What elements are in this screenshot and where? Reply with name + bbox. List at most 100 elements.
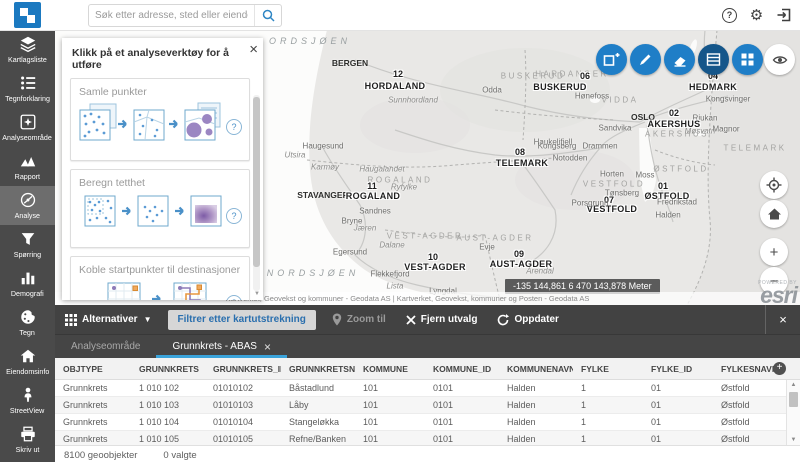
- table-scrollbar[interactable]: ▲ ▼: [786, 380, 800, 445]
- help-button[interactable]: ?: [721, 7, 738, 24]
- sidebar-item-tegnforklaring[interactable]: Tegnforklaring: [0, 69, 55, 108]
- visibility-button[interactable]: [764, 44, 795, 75]
- refresh-label: Oppdater: [514, 314, 558, 325]
- tool-help-icon[interactable]: ?: [226, 208, 242, 224]
- scrollbar-thumb[interactable]: [789, 392, 798, 407]
- options-menu-button[interactable]: Alternativer ▼: [55, 305, 162, 334]
- header-cell[interactable]: GRUNNKRETS: [131, 364, 205, 374]
- sidebar-label: Tegn: [20, 328, 35, 337]
- header-cell[interactable]: OBJTYPE: [55, 364, 131, 374]
- table-cell: Grunnkrets: [55, 434, 131, 444]
- header-cell[interactable]: GRUNNKRETS_ID: [205, 364, 281, 374]
- add-layer-button[interactable]: [596, 44, 627, 75]
- table-cell: 01010102: [205, 383, 281, 393]
- close-table-button[interactable]: ×: [765, 305, 800, 334]
- chevron-down-icon: ▼: [144, 315, 152, 324]
- table-row[interactable]: Grunnkrets1 010 10301010103Låby1010101Ha…: [55, 397, 800, 414]
- help-icon: ?: [722, 8, 737, 23]
- sidebar-item-eiendomsinfo[interactable]: Eiendomsinfo: [0, 342, 55, 381]
- panel-scrollbar[interactable]: [253, 95, 260, 291]
- table-cell: Båstadlund: [281, 383, 355, 393]
- tool-card-koble-startpunkter[interactable]: Koble startpunkter til destinasjoner ?: [70, 256, 250, 300]
- header-cell[interactable]: KOMMUNE: [355, 364, 425, 374]
- sidebar-item-streetview[interactable]: StreetView: [0, 381, 55, 420]
- top-bar: ? ⚙: [0, 0, 800, 31]
- table-row[interactable]: Grunnkrets1 010 10401010104Stangeløkka10…: [55, 414, 800, 431]
- table-row[interactable]: Grunnkrets1 010 10201010102Båstadlund101…: [55, 380, 800, 397]
- sidebar-label: Skriv ut: [16, 445, 40, 454]
- tab-grunnkrets-abas[interactable]: Grunnkrets - ABAS ×: [156, 335, 287, 358]
- header-cell[interactable]: KOMMUNE_ID: [425, 364, 499, 374]
- draw-button[interactable]: [630, 44, 661, 75]
- tool-card-beregn-tetthet[interactable]: Beregn tetthet ?: [70, 169, 250, 248]
- clear-selection-button[interactable]: Fjern utvalg: [396, 305, 488, 334]
- table-cell: 1 010 104: [131, 417, 205, 427]
- pencil-icon: [638, 52, 653, 67]
- apps-grid-button[interactable]: [732, 44, 763, 75]
- layers-icon: [19, 35, 37, 53]
- tab-close-icon[interactable]: ×: [264, 340, 271, 354]
- table-cell: Halden: [499, 434, 573, 444]
- add-column-button[interactable]: +: [773, 362, 786, 375]
- sign-out-button[interactable]: [775, 7, 792, 24]
- sidebar-item-kartlagsliste[interactable]: Kartlagsliste: [0, 30, 55, 69]
- settings-button[interactable]: ⚙: [748, 7, 765, 24]
- sidebar-item-analyse[interactable]: Analyse: [0, 186, 55, 225]
- header-cell[interactable]: KOMMUNENAVN: [499, 364, 573, 374]
- printer-icon: [19, 425, 37, 443]
- table-row[interactable]: Grunnkrets1 010 10501010105Refne/Banken1…: [55, 431, 800, 445]
- panel-scrollbar-thumb[interactable]: [253, 97, 260, 267]
- options-label: Alternativer: [82, 314, 138, 325]
- zoom-to-button[interactable]: Zoom til: [322, 305, 396, 334]
- header-cell[interactable]: FYLKE_ID: [643, 364, 713, 374]
- refresh-button[interactable]: Oppdater: [487, 305, 568, 334]
- scroll-down-icon[interactable]: ▼: [787, 435, 800, 445]
- header-cell[interactable]: GRUNNKRETSNAVN: [281, 364, 355, 374]
- sidebar-label: Tegnforklaring: [5, 94, 50, 103]
- table-cell: 01: [643, 400, 713, 410]
- add-layer-icon: [603, 51, 620, 68]
- sidebar-item-rapport[interactable]: Rapport: [0, 147, 55, 186]
- sidebar-label: Spørring: [14, 250, 41, 259]
- home-extent-button[interactable]: [760, 200, 788, 228]
- search-icon: [262, 9, 275, 22]
- table-cell: 0101: [425, 400, 499, 410]
- table-cell: Grunnkrets: [55, 417, 131, 427]
- table-header-row: OBJTYPEGRUNNKRETSGRUNNKRETS_IDGRUNNKRETS…: [55, 358, 800, 380]
- filter-by-extent-button[interactable]: Filtrer etter kartutstrekning: [168, 310, 316, 330]
- scroll-up-icon[interactable]: ▲: [787, 380, 800, 390]
- header-cell[interactable]: FYLKE: [573, 364, 643, 374]
- table-cell: Halden: [499, 400, 573, 410]
- sidebar-item-analyseomrade[interactable]: Analyseområde: [0, 108, 55, 147]
- locate-button[interactable]: [760, 171, 788, 199]
- sidebar-item-demografi[interactable]: Demografi: [0, 264, 55, 303]
- table-cell: Låby: [281, 400, 355, 410]
- sidebar-label: Kartlagsliste: [8, 55, 47, 64]
- sidebar-item-tegn[interactable]: Tegn: [0, 303, 55, 342]
- search-button[interactable]: [254, 5, 281, 26]
- eye-icon: [772, 53, 788, 67]
- search-input[interactable]: [89, 10, 254, 21]
- sidebar-item-sporring[interactable]: Spørring: [0, 225, 55, 264]
- plus-icon: +: [770, 244, 779, 261]
- sidebar: Kartlagsliste Tegnforklaring Analyseområ…: [0, 30, 55, 462]
- table-cell: 1: [573, 417, 643, 427]
- zoom-in-button[interactable]: +: [760, 238, 788, 266]
- sidebar-item-skriv-ut[interactable]: Skriv ut: [0, 420, 55, 459]
- table-cell: 1: [573, 400, 643, 410]
- report-icon: [19, 152, 37, 170]
- table-cell: 1: [573, 434, 643, 444]
- tab-analyseomrade[interactable]: Analyseområde: [55, 335, 156, 358]
- sidebar-label: Eiendomsinfo: [6, 367, 49, 376]
- table-cell: 1 010 102: [131, 383, 205, 393]
- esri-wordmark: esri: [760, 282, 797, 305]
- panel-close-button[interactable]: ×: [249, 42, 258, 57]
- attribute-table-panel: Alternativer ▼ Filtrer etter kartutstrek…: [55, 305, 800, 462]
- squares-logo-icon: [19, 7, 36, 24]
- sidebar-label: Demografi: [11, 289, 44, 298]
- tool-card-samle-punkter[interactable]: Samle punkter ?: [70, 78, 250, 161]
- panel-scroll-down-icon[interactable]: ▼: [254, 291, 260, 297]
- tool-help-icon[interactable]: ?: [226, 119, 242, 135]
- erase-button[interactable]: [664, 44, 695, 75]
- attribute-table-button[interactable]: [698, 44, 729, 75]
